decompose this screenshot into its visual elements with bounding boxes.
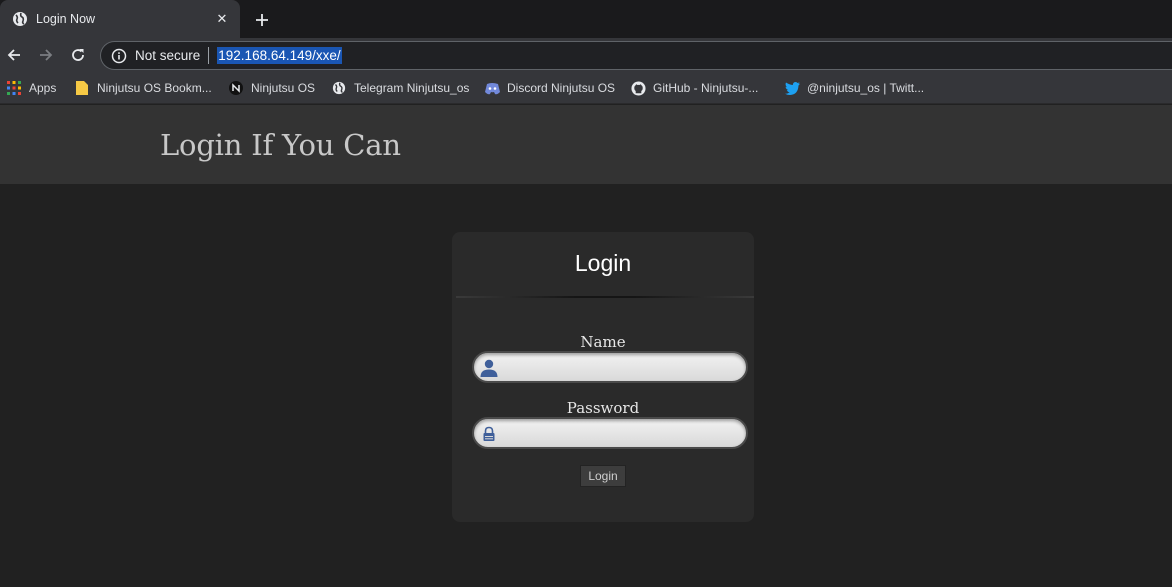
bookmark-label: GitHub - Ninjutsu-...	[653, 81, 759, 95]
bookmark-ninjutsu-folder[interactable]: Ninjutsu OS Bookm...	[74, 79, 212, 97]
bookmark-label: Discord Ninjutsu OS	[507, 81, 616, 95]
bookmark-discord[interactable]: Discord Ninjutsu OS	[484, 79, 615, 97]
twitter-bird-icon	[784, 80, 800, 96]
login-heading: Login	[574, 249, 632, 276]
login-card-header: Login	[452, 232, 754, 296]
tab-title: Login Now	[36, 12, 96, 26]
lock-icon	[479, 424, 499, 444]
browser-toolbar: Not secure 192.168.64.149/xxe/	[0, 38, 1172, 72]
forward-button[interactable]	[34, 43, 58, 67]
bookmark-github[interactable]: GitHub - Ninjutsu-...	[630, 79, 758, 97]
name-input[interactable]	[504, 353, 740, 381]
new-tab-button[interactable]	[250, 9, 274, 31]
reload-button[interactable]	[66, 43, 90, 67]
site-header: Login If You Can	[0, 105, 1172, 184]
github-icon	[630, 80, 646, 96]
bookmark-twitter[interactable]: @ninjutsu_os | Twitt...	[784, 79, 924, 97]
reload-icon	[72, 49, 84, 61]
ninjutsu-logo-icon	[228, 80, 244, 96]
folder-icon	[74, 80, 90, 96]
bookmark-label: Telegram Ninjutsu_os	[354, 81, 470, 95]
name-label: Name	[580, 333, 626, 351]
bookmark-apps[interactable]: Apps	[6, 79, 56, 97]
bookmark-label: Ninjutsu OS Bookm...	[97, 81, 212, 95]
globe-icon	[12, 11, 28, 27]
address-bar[interactable]: Not secure 192.168.64.149/xxe/	[100, 41, 1172, 70]
bookmark-label: @ninjutsu_os | Twitt...	[807, 81, 925, 95]
address-separator	[208, 47, 210, 64]
name-field-wrapper	[472, 351, 748, 383]
password-input[interactable]	[504, 419, 740, 447]
arrow-left-icon	[7, 49, 20, 61]
url-text[interactable]: 192.168.64.149/xxe/	[217, 47, 342, 64]
bookmarks-bar: Apps Ninjutsu OS Bookm... Ninjutsu OS Te…	[0, 72, 1172, 104]
password-label: Password	[566, 399, 640, 417]
login-button[interactable]: Login	[580, 465, 626, 487]
arrow-right-icon	[40, 49, 53, 61]
bookmark-label: Ninjutsu OS	[251, 81, 316, 95]
bookmark-label: Apps	[29, 81, 57, 95]
security-indicator[interactable]: Not secure	[135, 48, 200, 63]
plus-icon	[256, 14, 268, 26]
apps-grid-icon	[6, 80, 22, 96]
password-field-wrapper	[472, 417, 748, 449]
user-icon	[479, 358, 499, 378]
login-card: Login Name Password Login	[452, 232, 754, 522]
globe-icon	[331, 80, 347, 96]
discord-icon	[484, 80, 500, 96]
card-divider	[456, 296, 754, 298]
close-tab-icon[interactable]: ✕	[212, 9, 232, 29]
info-icon[interactable]	[111, 48, 127, 64]
bookmark-telegram[interactable]: Telegram Ninjutsu_os	[331, 79, 469, 97]
browser-tab[interactable]: Login Now ✕	[0, 0, 240, 38]
tab-strip: Login Now ✕	[0, 0, 1172, 38]
back-button[interactable]	[2, 43, 26, 67]
site-title: Login If You Can	[160, 128, 401, 162]
bookmark-ninjutsu-os[interactable]: Ninjutsu OS	[228, 79, 315, 97]
